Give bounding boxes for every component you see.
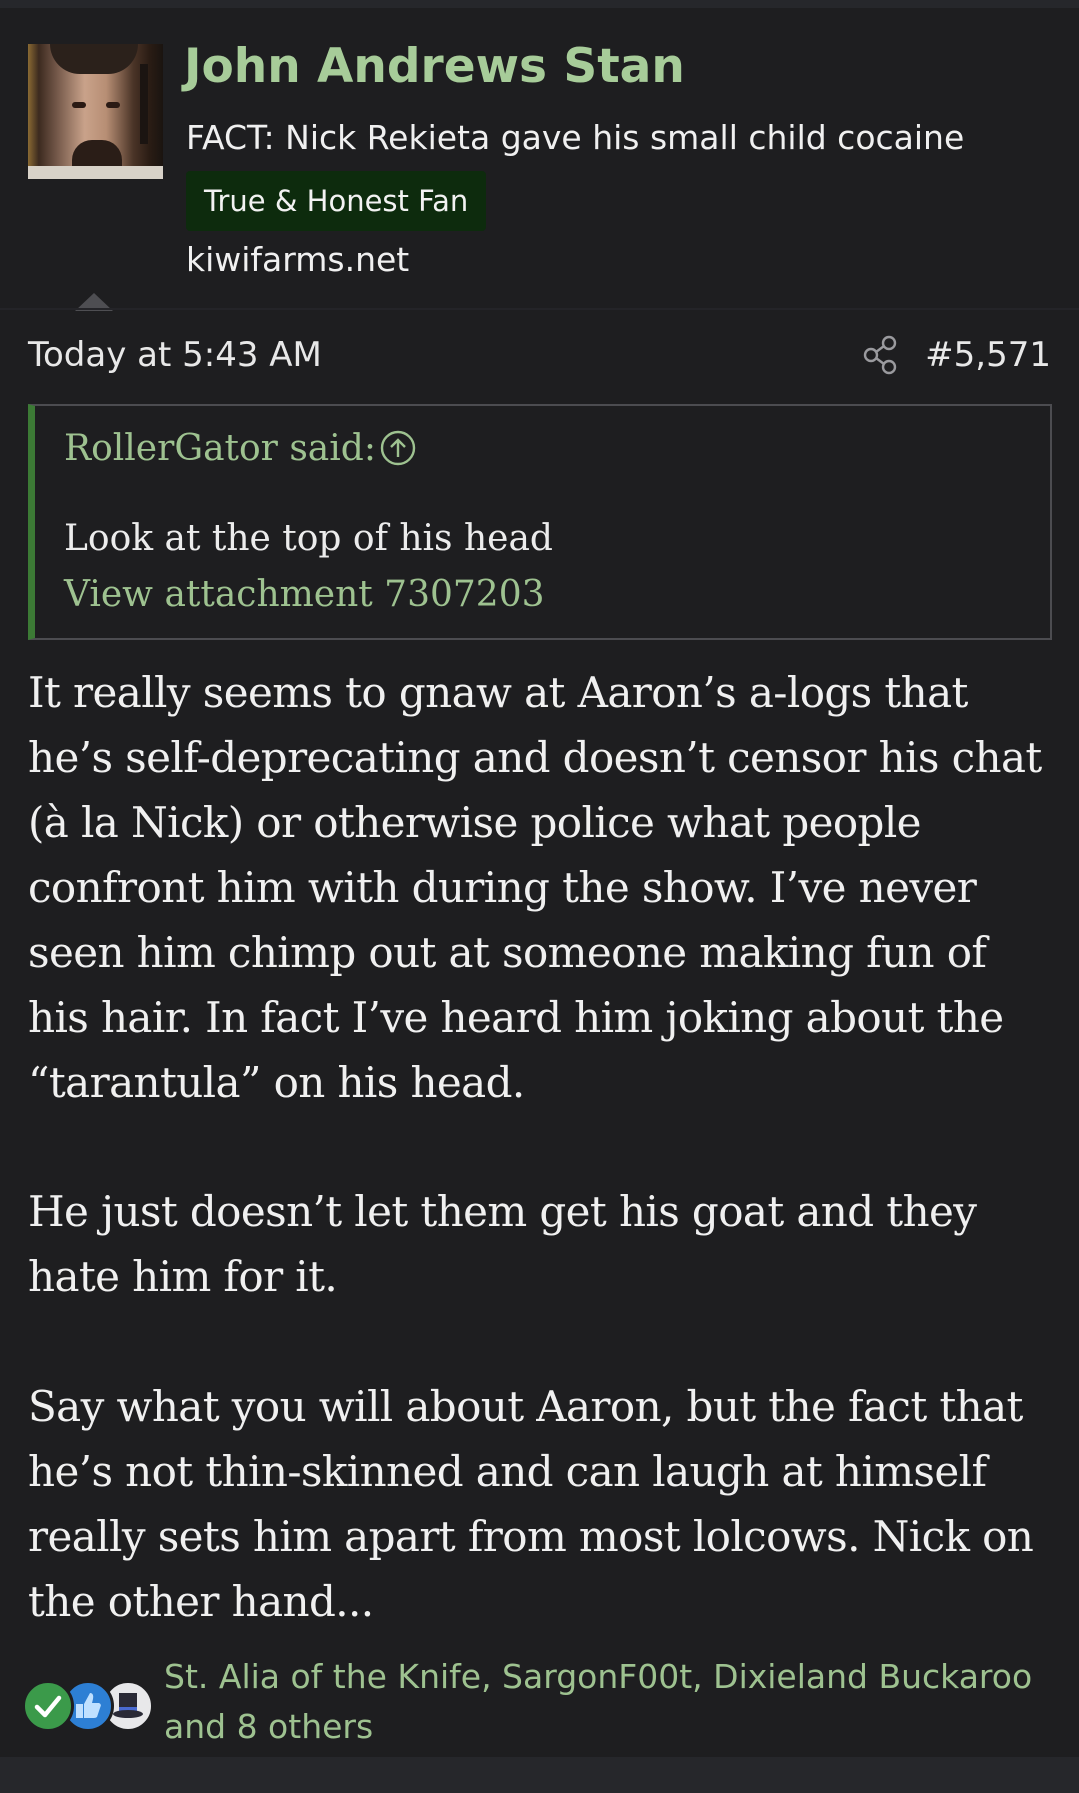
- username-link[interactable]: John Andrews Stan: [184, 38, 685, 96]
- avatar-eye-right: [106, 102, 120, 108]
- post-paragraph: It really seems to gnaw at Aaron’s a-log…: [28, 668, 1042, 1107]
- post-number-link[interactable]: #5,571: [925, 330, 1051, 380]
- user-banner: True & Honest Fan: [186, 171, 487, 231]
- quote-author[interactable]: RollerGator said:: [64, 424, 376, 474]
- avatar-eye-left: [72, 102, 86, 108]
- top-bar: [0, 0, 1079, 8]
- quote-block: RollerGator said: Look at the top of his…: [28, 404, 1052, 640]
- share-icon[interactable]: [862, 334, 902, 376]
- header-divider: [0, 308, 1079, 310]
- arrow-up-circle-icon[interactable]: [380, 430, 416, 466]
- bottom-bar: [0, 1757, 1079, 1793]
- reaction-users-link[interactable]: St. Alia of the Knife, SargonF00t, Dixie…: [164, 1652, 1064, 1752]
- post-paragraph: He just doesn’t let them get his goat an…: [28, 1187, 977, 1301]
- post-paragraph: Say what you will about Aaron, but the f…: [28, 1382, 1034, 1626]
- attachment-link[interactable]: View attachment 7307203: [64, 570, 545, 620]
- avatar[interactable]: [28, 44, 163, 179]
- quote-text: Look at the top of his head: [64, 518, 553, 559]
- user-title: FACT: Nick Rekieta gave his small child …: [186, 118, 965, 157]
- user-site: kiwifarms.net: [186, 240, 410, 279]
- post-date-link[interactable]: Today at 5:43 AM: [28, 330, 322, 380]
- avatar-hair: [50, 44, 138, 74]
- avatar-background-detail: [140, 64, 148, 144]
- avatar-shirt: [28, 166, 163, 179]
- check-icon: [22, 1680, 74, 1732]
- reaction-icons[interactable]: [22, 1676, 162, 1736]
